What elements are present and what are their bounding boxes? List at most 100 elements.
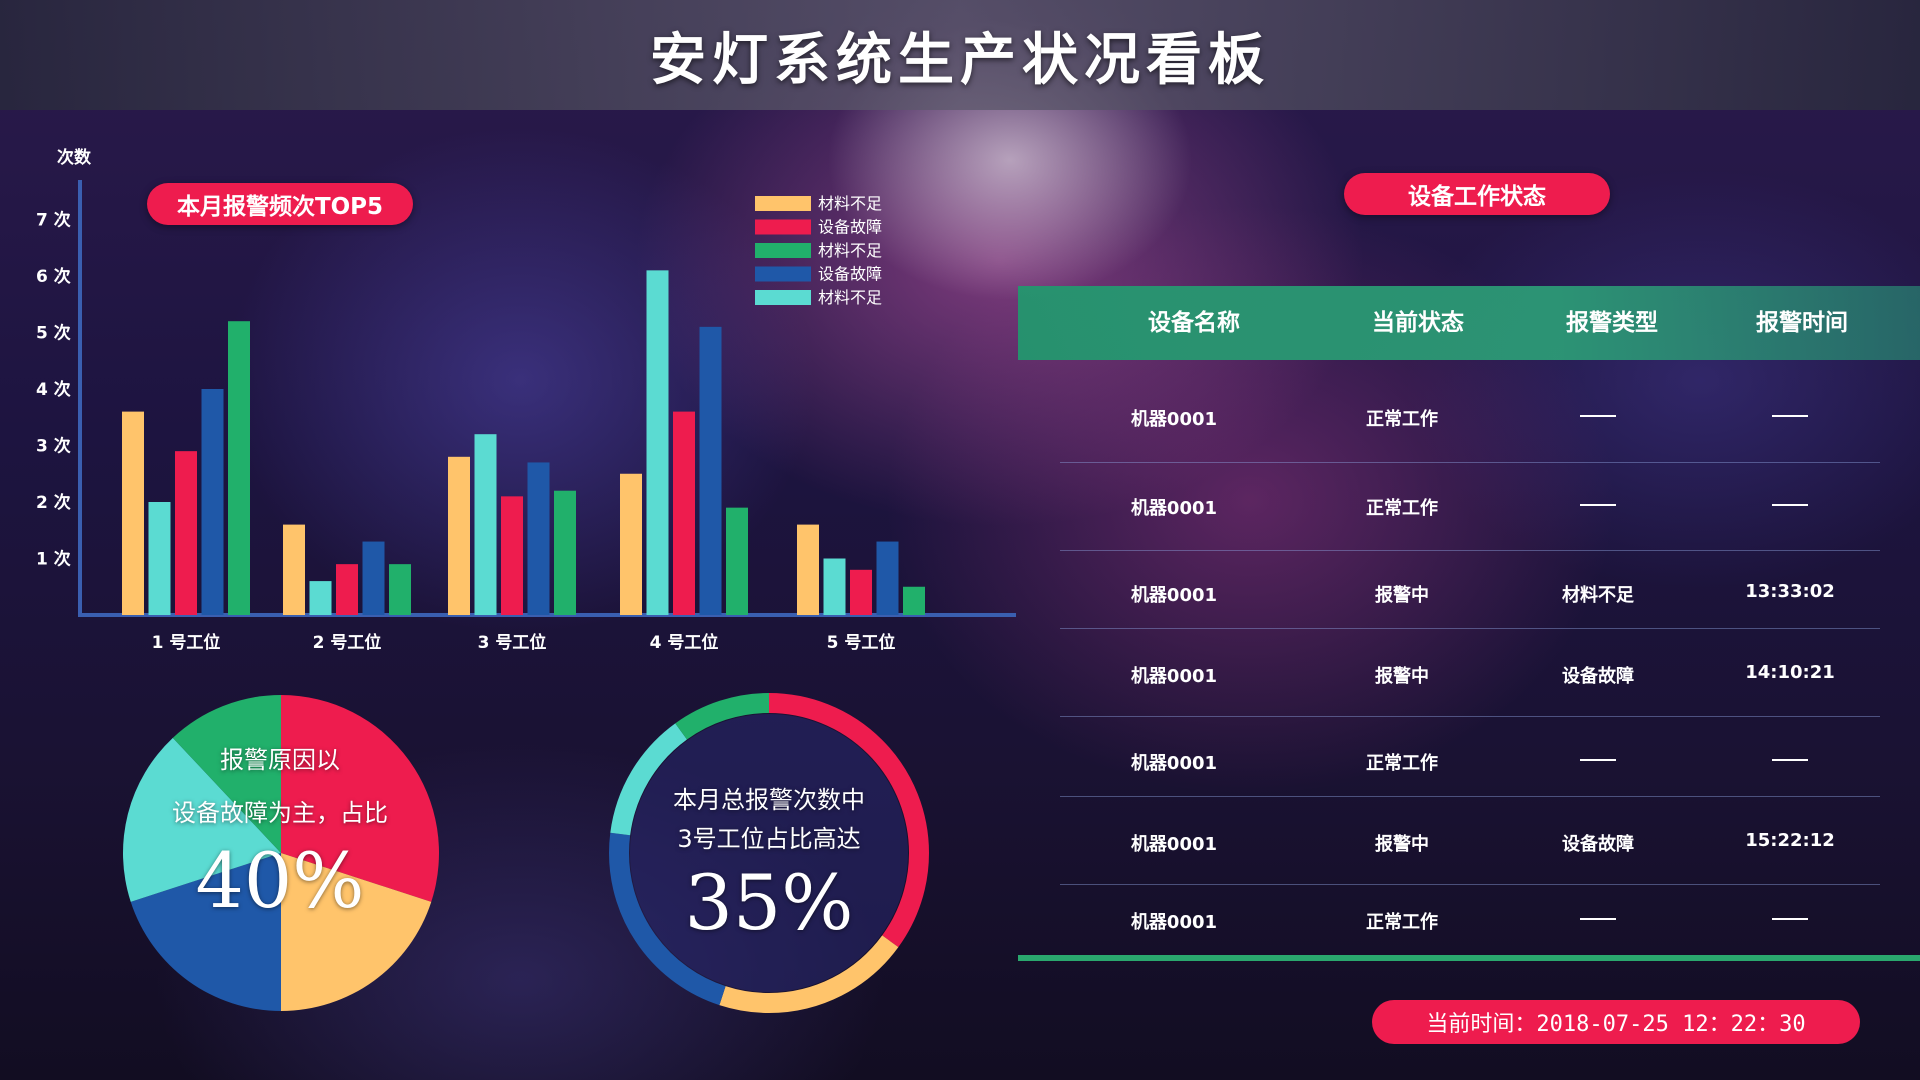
current-time-badge: 当前时间：2018-07-25 12：22：30 bbox=[1372, 1000, 1860, 1044]
col-header-time: 报警时间 bbox=[1756, 310, 1848, 336]
bar bbox=[283, 524, 305, 615]
bar bbox=[228, 321, 250, 615]
bar bbox=[389, 564, 411, 615]
cell-device-name: 机器0001 bbox=[1130, 753, 1218, 774]
empty-dash bbox=[1772, 504, 1808, 506]
bar bbox=[726, 507, 748, 615]
cell-device-name: 机器0001 bbox=[1130, 498, 1218, 519]
y-axis-title: 次数 bbox=[57, 147, 92, 168]
table-row: 机器0001 正常工作 bbox=[1060, 884, 1880, 956]
bar bbox=[699, 326, 722, 615]
bar bbox=[474, 434, 497, 615]
cell-device-name: 机器0001 bbox=[1130, 834, 1218, 855]
legend-label: 材料不足 bbox=[818, 194, 882, 213]
table-bottom-rule bbox=[1018, 955, 1920, 961]
donut-caption: 本月总报警次数中 3号工位占比高达 35% bbox=[609, 780, 929, 947]
legend-label: 设备故障 bbox=[818, 218, 882, 237]
cell-device-name: 机器0001 bbox=[1130, 409, 1218, 430]
cell-alarm-time bbox=[1690, 749, 1890, 770]
empty-dash bbox=[1772, 415, 1808, 417]
header-bar: 安灯系统生产状况看板 bbox=[0, 0, 1920, 110]
cell-status: 报警中 bbox=[1375, 666, 1429, 687]
y-tick-label: 3 次 bbox=[36, 436, 71, 457]
col-header-name: 设备名称 bbox=[1148, 310, 1240, 336]
cell-device-name: 机器0001 bbox=[1130, 666, 1218, 687]
bar bbox=[673, 411, 695, 615]
alarm-frequency-chart: 次数 1 次 2 次 3 次 4 次 5 次 6 次 7 次 1 号工位 2 号工位 3 号工位 4 … bbox=[36, 147, 1016, 653]
cell-device-name: 机器0001 bbox=[1130, 912, 1218, 933]
col-header-type: 报警类型 bbox=[1566, 310, 1658, 336]
current-time-label: 当前时间：2018-07-25 12：22：30 bbox=[1426, 1012, 1806, 1037]
cell-status: 报警中 bbox=[1375, 834, 1429, 855]
cell-alarm-time bbox=[1690, 908, 1890, 929]
empty-dash bbox=[1580, 918, 1616, 920]
bar bbox=[646, 270, 669, 615]
y-tick-label: 2 次 bbox=[36, 492, 71, 513]
pie-caption-line2: 设备故障为主，占比 bbox=[172, 799, 388, 827]
cell-alarm-type: 材料不足 bbox=[1562, 585, 1634, 606]
table-row: 机器0001 正常工作 bbox=[1060, 726, 1880, 797]
donut-percent: 35% bbox=[684, 858, 854, 947]
table-row: 机器0001 报警中 设备故障 15:22:12 bbox=[1060, 800, 1880, 885]
bar bbox=[554, 490, 576, 615]
cell-alarm-time bbox=[1690, 405, 1890, 426]
cell-alarm-time: 14:10:21 bbox=[1745, 662, 1835, 683]
equipment-status-badge-label: 设备工作状态 bbox=[1408, 184, 1546, 210]
empty-dash bbox=[1580, 504, 1616, 506]
cell-alarm-type: 设备故障 bbox=[1562, 666, 1634, 687]
bar bbox=[336, 564, 358, 615]
bar bbox=[797, 524, 819, 615]
equipment-status-badge: 设备工作状态 bbox=[1344, 173, 1610, 215]
x-tick-label: 3 号工位 bbox=[478, 632, 547, 653]
cell-alarm-time bbox=[1690, 494, 1890, 515]
empty-dash bbox=[1772, 918, 1808, 920]
col-header-status: 当前状态 bbox=[1372, 310, 1464, 336]
pie-percent: 40% bbox=[195, 836, 365, 925]
bar bbox=[903, 586, 925, 615]
empty-dash bbox=[1772, 759, 1808, 761]
y-tick-label: 6 次 bbox=[36, 266, 71, 287]
donut-caption-line2: 3号工位占比高达 bbox=[677, 825, 861, 853]
cell-alarm-time: 13:33:02 bbox=[1745, 581, 1835, 602]
cell-status: 正常工作 bbox=[1366, 498, 1438, 519]
pie-caption: 报警原因以 设备故障为主，占比 40% bbox=[120, 740, 440, 925]
bar bbox=[175, 451, 197, 615]
bar bbox=[501, 496, 523, 615]
cell-status: 报警中 bbox=[1375, 585, 1429, 606]
y-tick-label: 7 次 bbox=[36, 210, 71, 231]
table-row: 机器0001 正常工作 bbox=[1060, 372, 1880, 463]
table-header: 设备名称 当前状态 报警类型 报警时间 bbox=[1018, 286, 1920, 360]
empty-dash bbox=[1580, 759, 1616, 761]
bar bbox=[823, 558, 846, 615]
bar bbox=[201, 389, 224, 615]
bar bbox=[876, 541, 899, 615]
y-tick-label: 5 次 bbox=[36, 323, 71, 344]
donut-caption-line1: 本月总报警次数中 bbox=[673, 786, 865, 814]
x-tick-label: 2 号工位 bbox=[313, 632, 382, 653]
bar bbox=[148, 502, 171, 615]
cell-alarm-type bbox=[1498, 908, 1698, 929]
legend-swatch bbox=[755, 219, 811, 235]
bar bbox=[527, 462, 550, 615]
cell-status: 正常工作 bbox=[1366, 753, 1438, 774]
legend-swatch bbox=[755, 243, 811, 258]
bar bbox=[309, 581, 332, 615]
x-tick-label: 5 号工位 bbox=[827, 632, 896, 653]
legend-label: 设备故障 bbox=[818, 265, 882, 284]
legend-swatch bbox=[755, 290, 811, 305]
legend-label: 材料不足 bbox=[818, 288, 882, 307]
bar bbox=[448, 456, 470, 615]
empty-dash bbox=[1580, 415, 1616, 417]
y-tick-label: 1 次 bbox=[36, 549, 71, 570]
cell-status: 正常工作 bbox=[1366, 912, 1438, 933]
cell-status: 正常工作 bbox=[1366, 409, 1438, 430]
cell-alarm-type bbox=[1498, 405, 1698, 426]
bar bbox=[620, 473, 642, 615]
cell-alarm-time: 15:22:12 bbox=[1745, 830, 1835, 851]
x-tick-label: 4 号工位 bbox=[650, 632, 719, 653]
table-row: 机器0001 报警中 材料不足 13:33:02 bbox=[1060, 558, 1880, 629]
cell-device-name: 机器0001 bbox=[1130, 585, 1218, 606]
pie-caption-line1: 报警原因以 bbox=[220, 746, 340, 774]
cell-alarm-type bbox=[1498, 749, 1698, 770]
cell-alarm-type bbox=[1498, 494, 1698, 515]
